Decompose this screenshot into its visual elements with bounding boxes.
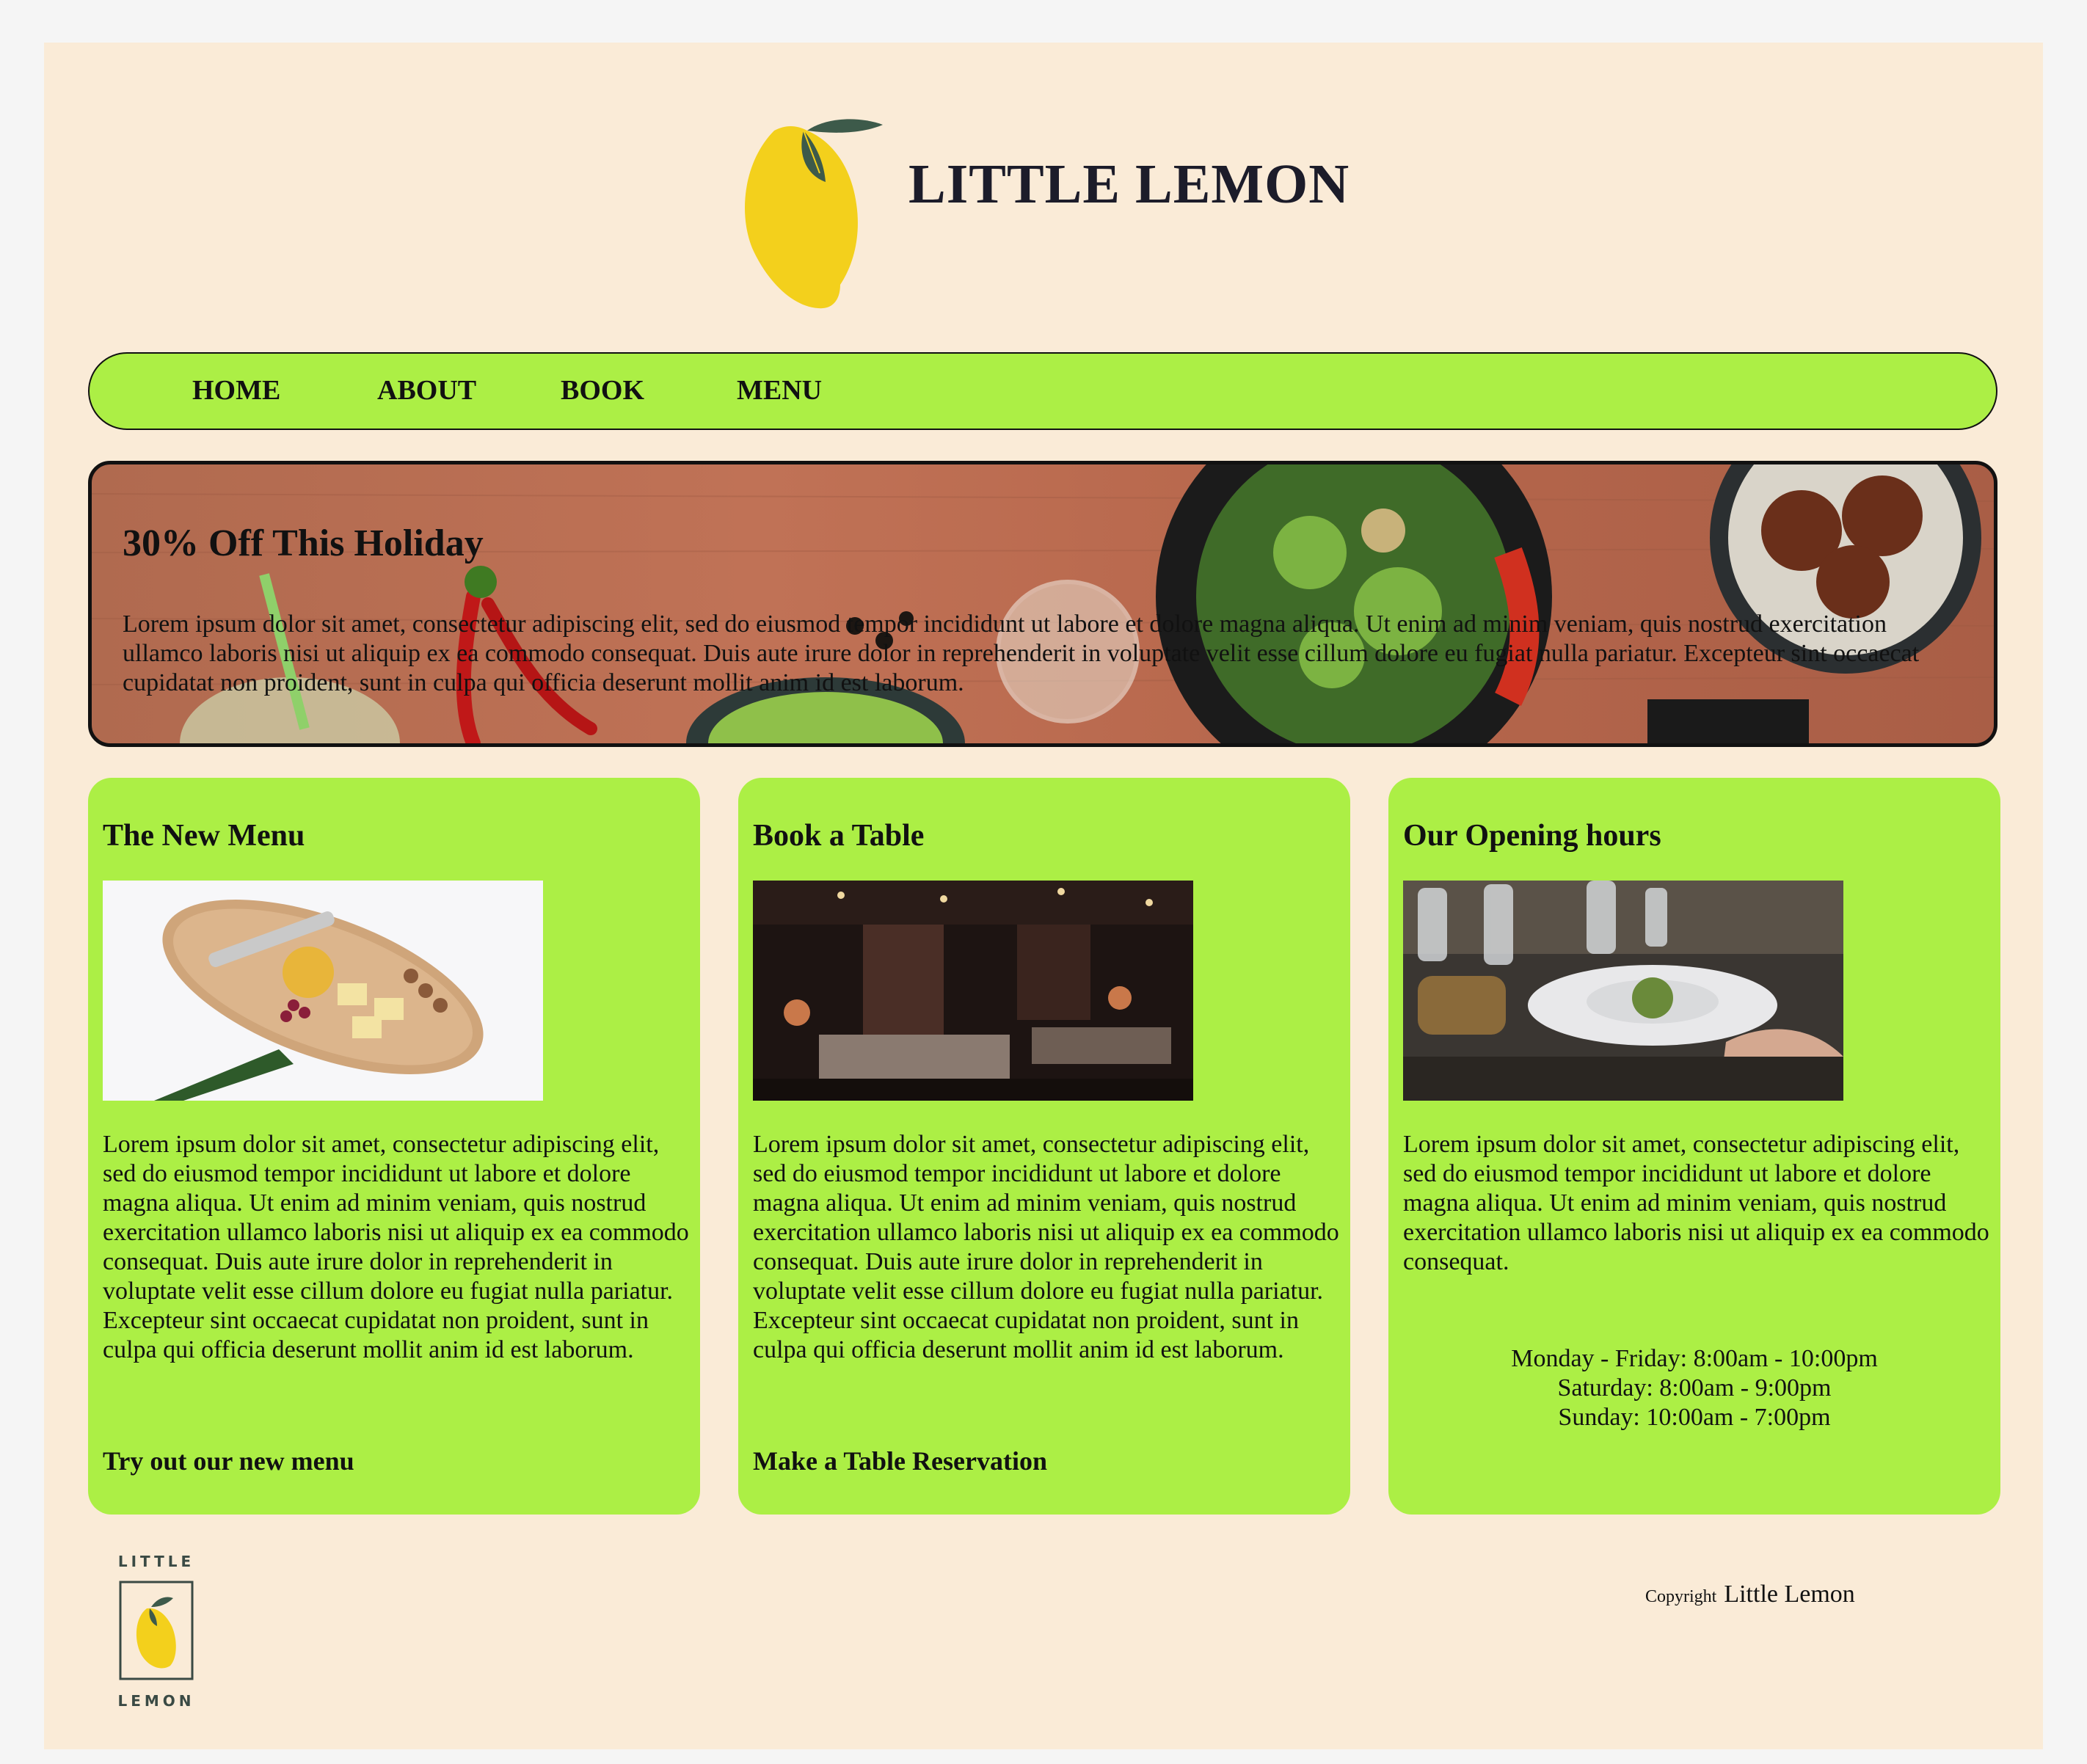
- footer-lemon-icon: [119, 1581, 194, 1680]
- card-book-table: Book a Table Lorem ipsum dolor sit amet,…: [738, 778, 1350, 1515]
- nav-item-about[interactable]: ABOUT: [377, 374, 476, 407]
- nav-item-home[interactable]: HOME: [192, 374, 280, 407]
- footer-logo: LITTLE LEMON: [116, 1553, 197, 1721]
- try-new-menu-link[interactable]: Try out our new menu: [103, 1446, 354, 1476]
- hours-saturday: Saturday: 8:00am - 9:00pm: [1557, 1374, 1832, 1402]
- card-text: Lorem ipsum dolor sit amet, consectetur …: [1403, 1131, 1989, 1275]
- banner-text: Lorem ipsum dolor sit amet, consectetur …: [123, 611, 1920, 696]
- card-text: Lorem ipsum dolor sit amet, consectetur …: [753, 1131, 1339, 1363]
- card-title: Our Opening hours: [1403, 819, 1661, 853]
- card-new-menu: The New Menu Lorem ipsum dolor sit amet,…: [88, 778, 700, 1515]
- card-text: Lorem ipsum dolor sit amet, consectetur …: [103, 1131, 689, 1363]
- copyright-label: Copyright: [1645, 1587, 1717, 1606]
- card-opening-hours: Our Opening hours Lorem ipsum dolor sit …: [1388, 778, 2000, 1515]
- card-title: The New Menu: [103, 819, 305, 853]
- main-nav: HOME ABOUT BOOK MENU: [88, 352, 1997, 430]
- hours-weekdays: Monday - Friday: 8:00am - 10:00pm: [1511, 1345, 1878, 1372]
- copyright: Copyright Little Lemon: [1645, 1581, 1855, 1608]
- footer-logo-bottom-text: LEMON: [117, 1692, 195, 1710]
- footer-logo-top-text: LITTLE: [117, 1553, 195, 1570]
- restaurant-interior-photo: [753, 881, 1193, 1101]
- nav-item-book[interactable]: BOOK: [561, 374, 644, 407]
- food-table-background-image: [92, 464, 1994, 743]
- make-reservation-link[interactable]: Make a Table Reservation: [753, 1446, 1047, 1476]
- card-title: Book a Table: [753, 819, 925, 853]
- lemon-logo-icon: [745, 119, 883, 309]
- hours-sunday: Sunday: 10:00am - 7:00pm: [1558, 1404, 1831, 1431]
- brand-title: LITTLE LEMON: [908, 153, 1350, 215]
- dining-table-photo: [1403, 881, 1843, 1101]
- nav-item-menu[interactable]: MENU: [737, 374, 822, 407]
- promo-banner: 30% Off This Holiday Lorem ipsum dolor s…: [88, 461, 1997, 747]
- banner-title: 30% Off This Holiday: [123, 522, 484, 564]
- cheese-board-photo: [103, 881, 543, 1101]
- copyright-name: Little Lemon: [1724, 1581, 1855, 1608]
- page-container: LITTLE LEMON HOME ABOUT BOOK MENU 30% Of…: [44, 43, 2043, 1749]
- opening-hours-list: Monday - Friday: 8:00am - 10:00pm Saturd…: [1388, 1344, 2000, 1432]
